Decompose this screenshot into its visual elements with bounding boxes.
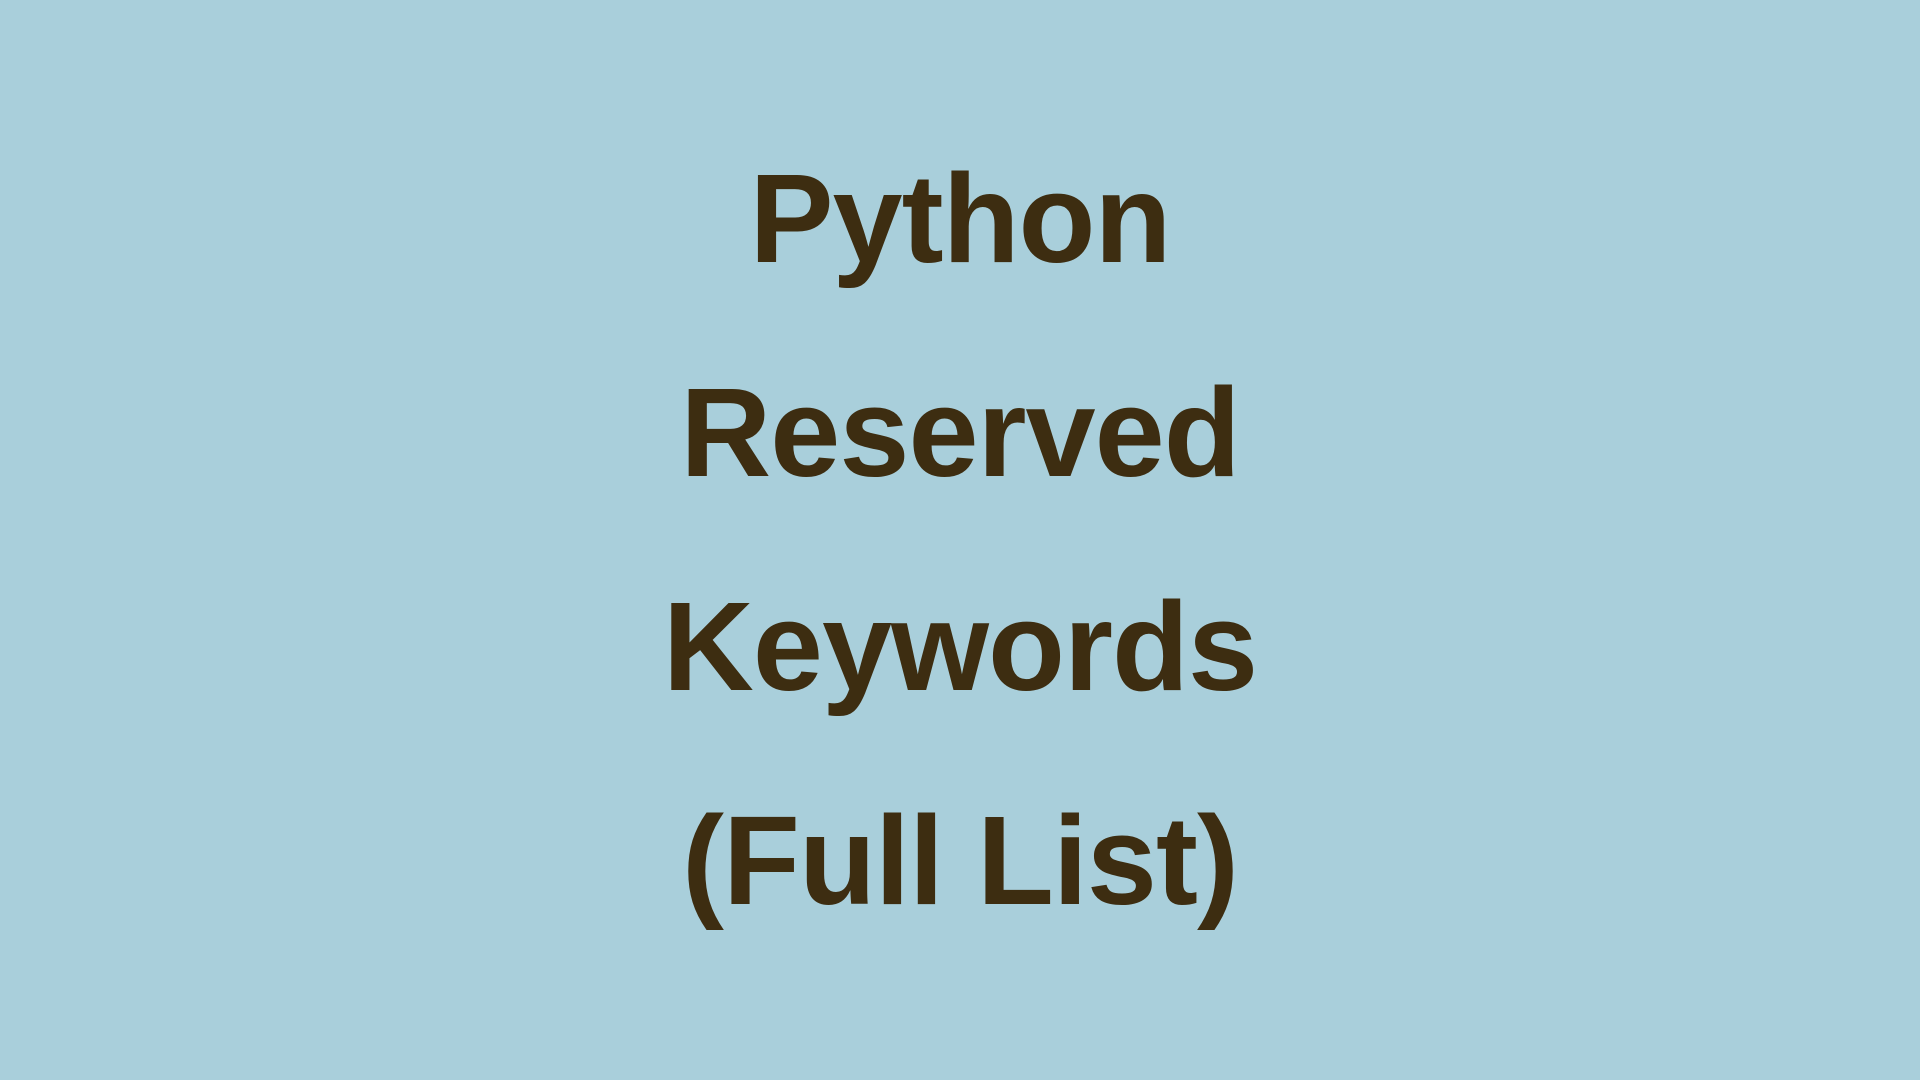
title-line-2: Reserved — [663, 326, 1257, 540]
title-line-3: Keywords — [663, 540, 1257, 754]
title-line-1: Python — [663, 112, 1257, 326]
title-line-4: (Full List) — [663, 754, 1257, 968]
title-container: Python Reserved Keywords (Full List) — [663, 112, 1257, 969]
